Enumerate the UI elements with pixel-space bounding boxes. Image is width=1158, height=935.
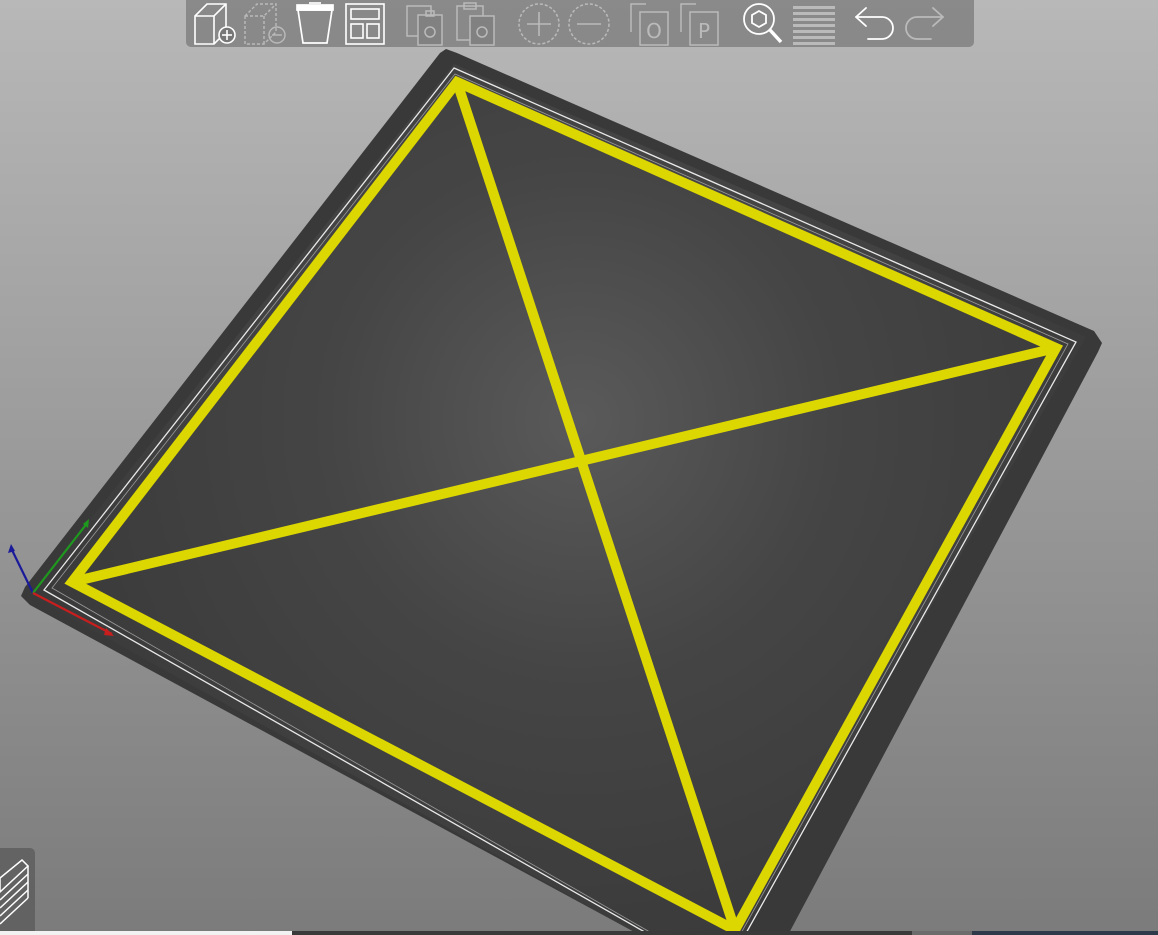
layer-editing-icon xyxy=(793,5,835,45)
remove-instance-icon xyxy=(568,2,610,45)
add-button[interactable] xyxy=(190,1,240,47)
collapse-sidebar-icon xyxy=(0,858,30,925)
undo-button[interactable] xyxy=(850,1,899,47)
arrange-icon xyxy=(345,2,385,45)
3d-scene-viewport[interactable]: O P xyxy=(0,0,1158,935)
3d-scene-canvas[interactable] xyxy=(0,0,1158,935)
collapse-sidebar-button[interactable] xyxy=(0,848,35,935)
delete-all-icon xyxy=(296,1,334,44)
add-instance-button[interactable] xyxy=(514,1,564,47)
main-toolbar: O P xyxy=(186,0,974,47)
copy-button[interactable] xyxy=(402,1,452,47)
bottom-edge xyxy=(0,931,1158,935)
add-object-icon xyxy=(194,2,236,45)
split-objects-button[interactable]: O xyxy=(626,1,676,47)
delete-object-icon xyxy=(244,2,286,45)
split-parts-icon: P xyxy=(680,2,719,46)
copy-icon xyxy=(406,4,443,46)
split-objects-glyph: O xyxy=(646,19,662,43)
search-icon xyxy=(743,2,783,43)
add-instance-icon xyxy=(518,2,560,45)
split-parts-glyph: P xyxy=(698,19,710,43)
layer-editing-button[interactable] xyxy=(788,1,838,47)
paste-button[interactable] xyxy=(452,1,502,47)
split-objects-icon: O xyxy=(630,2,669,46)
redo-icon xyxy=(904,6,944,40)
delete-all-button[interactable] xyxy=(290,1,340,47)
redo-button[interactable] xyxy=(899,1,948,47)
delete-button[interactable] xyxy=(240,1,290,47)
remove-instance-button[interactable] xyxy=(564,1,614,47)
paste-icon xyxy=(456,1,495,46)
undo-icon xyxy=(854,6,894,40)
search-button[interactable] xyxy=(738,1,788,47)
split-parts-button[interactable]: P xyxy=(676,1,726,47)
arrange-button[interactable] xyxy=(340,1,390,47)
